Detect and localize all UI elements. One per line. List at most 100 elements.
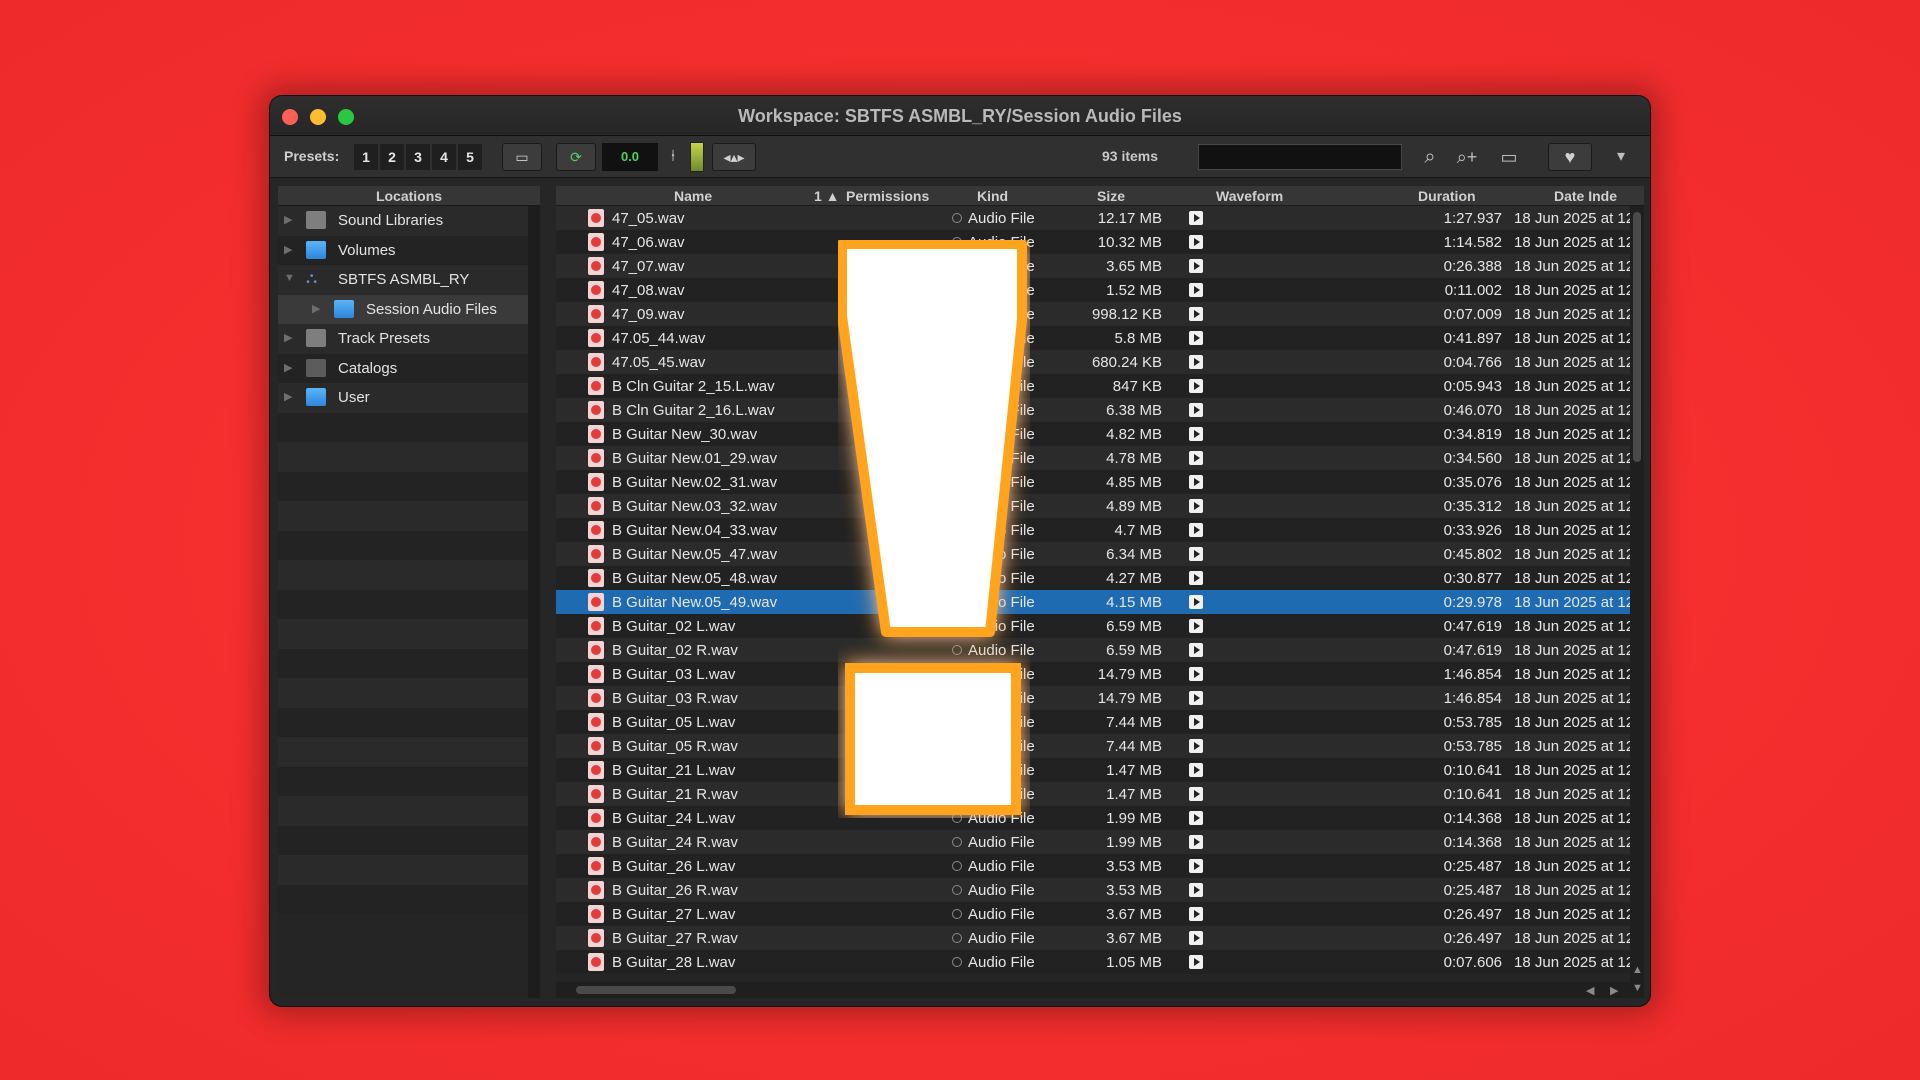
file-row[interactable]: 47_08.wavAudio File1.52 MB0:11.00218 Jun…: [556, 278, 1630, 302]
scroll-down-icon[interactable]: ▼: [1632, 982, 1643, 994]
disclosure-triangle-icon[interactable]: ▶: [284, 243, 292, 256]
file-list-horizontal-scrollbar[interactable]: ◀ ▶: [556, 982, 1630, 998]
location-item-sound-libraries[interactable]: ▶ Sound Libraries: [278, 206, 528, 236]
volume-slider-icon[interactable]: ⍿: [662, 144, 684, 170]
file-list-vertical-scrollbar[interactable]: ▲ ▼: [1630, 206, 1644, 998]
play-preview-icon[interactable]: [1189, 259, 1203, 273]
play-preview-icon[interactable]: [1189, 691, 1203, 705]
play-preview-icon[interactable]: [1189, 643, 1203, 657]
file-row[interactable]: B Guitar_21 R.wavAudio File1.47 MB0:10.6…: [556, 782, 1630, 806]
disclosure-triangle-icon[interactable]: ▶: [284, 213, 292, 226]
file-row[interactable]: 47.05_44.wavAudio File5.8 MB0:41.89718 J…: [556, 326, 1630, 350]
file-row[interactable]: B Guitar_27 L.wav Audio File 3.67 MB 0:26.4…: [556, 902, 1630, 926]
file-row[interactable]: B Guitar New.04_33.wavAudio File4.7 MB0:…: [556, 518, 1630, 542]
play-preview-icon[interactable]: [1189, 451, 1203, 465]
preset-1-button[interactable]: 1: [354, 144, 378, 170]
column-header-waveform[interactable]: Waveform: [1216, 188, 1283, 204]
scrollbar-thumb[interactable]: [576, 986, 736, 994]
play-preview-icon[interactable]: [1189, 475, 1203, 489]
play-preview-icon[interactable]: [1189, 427, 1203, 441]
play-preview-icon[interactable]: [1189, 907, 1203, 921]
disclosure-triangle-icon[interactable]: ▶: [312, 302, 320, 315]
play-preview-icon[interactable]: [1189, 523, 1203, 537]
preset-3-button[interactable]: 3: [406, 144, 430, 170]
open-folder-button[interactable]: ▭: [502, 143, 542, 171]
play-preview-icon[interactable]: [1189, 283, 1203, 297]
file-row[interactable]: B Guitar New.05_47.wavAudio File6.34 MB0…: [556, 542, 1630, 566]
file-row[interactable]: B Guitar_26 R.wav Audio File 3.53 MB 0:25.4…: [556, 878, 1630, 902]
disclosure-triangle-icon[interactable]: ▶: [284, 331, 292, 344]
location-item-volumes[interactable]: ▶ Volumes: [278, 235, 528, 265]
file-row[interactable]: B Guitar_03 L.wavAudio File14.79 MB1:46.…: [556, 662, 1630, 686]
disclosure-triangle-open-icon[interactable]: ▼: [284, 272, 295, 284]
file-row[interactable]: B Guitar_02 L.wav Audio File 6.59 MB 0:47.6…: [556, 614, 1630, 638]
search-icon[interactable]: ⌕: [1416, 144, 1444, 170]
file-row[interactable]: B Guitar New_30.wavAudio File4.82 MB0:34…: [556, 422, 1630, 446]
column-header-duration[interactable]: Duration: [1418, 188, 1476, 204]
disclosure-triangle-icon[interactable]: ▶: [284, 390, 292, 403]
file-row[interactable]: 47.05_45.wavAudio File680.24 KB0:04.7661…: [556, 350, 1630, 374]
file-row[interactable]: 47_09.wavAudio File998.12 KB0:07.00918 J…: [556, 302, 1630, 326]
audition-level-readout[interactable]: 0.0: [602, 143, 658, 171]
location-item-user[interactable]: ▶ User: [278, 383, 528, 413]
file-row[interactable]: B Guitar New.03_32.wavAudio File4.89 MB0…: [556, 494, 1630, 518]
file-row[interactable]: B Guitar_27 R.wav Audio File 3.67 MB 0:26.4…: [556, 926, 1630, 950]
location-item-session-audio-files[interactable]: ▶ Session Audio Files: [278, 294, 528, 324]
play-preview-icon[interactable]: [1189, 331, 1203, 345]
file-row[interactable]: B Guitar New.05_49.wav Audio File 4.15 MB 0…: [556, 590, 1630, 614]
locations-scrollbar[interactable]: [528, 206, 540, 998]
file-row[interactable]: B Guitar_05 L.wavAudio File7.44 MB0:53.7…: [556, 710, 1630, 734]
audition-path-button[interactable]: ◂▴▸: [712, 143, 756, 171]
play-preview-icon[interactable]: [1189, 403, 1203, 417]
location-item-catalogs[interactable]: ▶ Catalogs: [278, 353, 528, 383]
location-item-track-presets[interactable]: ▶ Track Presets: [278, 324, 528, 354]
play-preview-icon[interactable]: [1189, 235, 1203, 249]
scrollbar-thumb[interactable]: [1633, 212, 1641, 462]
file-row[interactable]: B Guitar_28 L.wav Audio File 1.05 MB 0:07.6…: [556, 950, 1630, 974]
scroll-left-icon[interactable]: ◀: [1586, 984, 1594, 997]
preset-4-button[interactable]: 4: [432, 144, 456, 170]
play-preview-icon[interactable]: [1189, 547, 1203, 561]
disclosure-triangle-icon[interactable]: ▶: [284, 361, 292, 374]
file-row[interactable]: B Guitar_02 R.wav Audio File 6.59 MB 0:47.6…: [556, 638, 1630, 662]
play-preview-icon[interactable]: [1189, 307, 1203, 321]
play-preview-icon[interactable]: [1189, 499, 1203, 513]
column-header-name[interactable]: Name: [674, 188, 712, 204]
play-preview-icon[interactable]: [1189, 571, 1203, 585]
favorites-button[interactable]: ♥: [1548, 143, 1592, 171]
file-row[interactable]: B Guitar_26 L.wav Audio File 3.53 MB 0:25.4…: [556, 854, 1630, 878]
column-header-size[interactable]: Size: [1097, 188, 1125, 204]
play-preview-icon[interactable]: [1189, 355, 1203, 369]
play-preview-icon[interactable]: [1189, 715, 1203, 729]
column-header-date[interactable]: Date Inde: [1554, 188, 1617, 204]
file-row[interactable]: B Cln Guitar 2_15.L.wavAudio File847 KB0…: [556, 374, 1630, 398]
play-preview-icon[interactable]: [1189, 595, 1203, 609]
file-row[interactable]: B Guitar New.01_29.wavAudio File4.78 MB0…: [556, 446, 1630, 470]
file-row[interactable]: B Guitar_03 R.wavAudio File14.79 MB1:46.…: [556, 686, 1630, 710]
search-input[interactable]: [1198, 144, 1402, 170]
file-row[interactable]: B Cln Guitar 2_16.L.wavAudio File6.38 MB…: [556, 398, 1630, 422]
play-preview-icon[interactable]: [1189, 739, 1203, 753]
scroll-right-icon[interactable]: ▶: [1610, 984, 1618, 997]
column-header-kind[interactable]: Kind: [977, 188, 1008, 204]
play-preview-icon[interactable]: [1189, 931, 1203, 945]
location-item-session[interactable]: ▼ ⛬ SBTFS ASMBL_RY: [278, 265, 528, 295]
file-row[interactable]: 47_07.wavAudio File3.65 MB0:26.38818 Jun…: [556, 254, 1630, 278]
audition-loop-button[interactable]: ⟳: [556, 143, 596, 171]
advanced-search-icon[interactable]: ⌕+: [1450, 144, 1484, 170]
file-row[interactable]: B Guitar New.02_31.wavAudio File4.85 MB0…: [556, 470, 1630, 494]
column-header-permissions[interactable]: Permissions: [846, 188, 929, 204]
file-row[interactable]: B Guitar_24 L.wav Audio File 1.99 MB 0:14.3…: [556, 806, 1630, 830]
file-row[interactable]: B Guitar_05 R.wavAudio File7.44 MB0:53.7…: [556, 734, 1630, 758]
file-row[interactable]: B Guitar New.05_48.wav Audio File 4.27 MB 0…: [556, 566, 1630, 590]
clear-search-icon[interactable]: ▭: [1490, 144, 1528, 170]
play-preview-icon[interactable]: [1189, 619, 1203, 633]
play-preview-icon[interactable]: [1189, 883, 1203, 897]
preset-2-button[interactable]: 2: [380, 144, 404, 170]
scroll-up-icon[interactable]: ▲: [1632, 964, 1643, 976]
play-preview-icon[interactable]: [1189, 811, 1203, 825]
file-row[interactable]: 47_06.wavAudio File10.32 MB1:14.58218 Ju…: [556, 230, 1630, 254]
play-preview-icon[interactable]: [1189, 763, 1203, 777]
play-preview-icon[interactable]: [1189, 955, 1203, 969]
options-menu-icon[interactable]: ▾: [1608, 144, 1634, 170]
